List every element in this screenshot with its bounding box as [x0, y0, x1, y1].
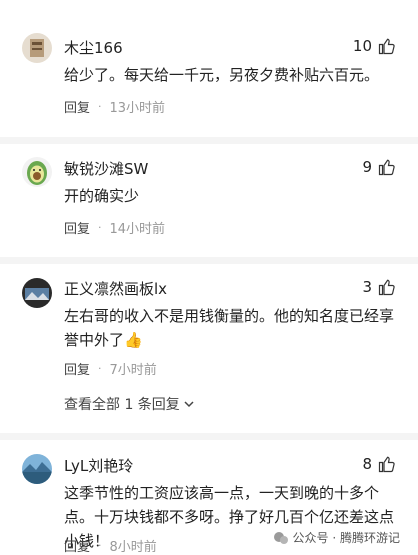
avatar[interactable]: [22, 157, 52, 187]
like-count: 8: [362, 455, 372, 473]
separator-dot: ·: [98, 362, 102, 375]
wechat-icon: [273, 531, 288, 544]
chevron-down-icon: [184, 401, 194, 408]
divider: [0, 433, 418, 440]
username[interactable]: 正义凛然画板lx: [64, 278, 167, 299]
avatar[interactable]: [22, 454, 52, 484]
watermark: 公众号 · 腾腾环游记: [268, 527, 404, 548]
comment-text: 给少了。每天给一千元，另夜夕费补贴六百元。: [64, 66, 380, 84]
avatar[interactable]: [22, 33, 52, 63]
landscape-icon: [22, 278, 52, 308]
reply-button[interactable]: 回复: [64, 97, 90, 116]
divider: [0, 137, 418, 144]
comment-meta: 回复 · 8小时前: [64, 536, 157, 555]
reply-button[interactable]: 回复: [64, 359, 90, 378]
timestamp: 13小时前: [109, 101, 166, 116]
comment-meta: 回复 · 13小时前: [64, 97, 165, 116]
like-count: 3: [362, 278, 372, 296]
watermark-text: 公众号 · 腾腾环游记: [292, 531, 400, 545]
thumbs-up-icon: [378, 38, 395, 55]
like-button[interactable]: 10: [353, 37, 396, 55]
divider: [0, 257, 418, 264]
reply-button[interactable]: 回复: [64, 218, 90, 237]
like-count: 10: [352, 37, 372, 55]
lake-icon: [22, 454, 52, 484]
comment-meta: 回复 · 14小时前: [64, 218, 165, 237]
timestamp: 7小时前: [109, 363, 157, 378]
thumbs-up-icon: [378, 279, 395, 296]
comment-meta: 回复 · 7小时前: [64, 359, 157, 378]
username[interactable]: 木尘166: [64, 37, 123, 58]
separator-dot: ·: [98, 539, 102, 552]
thumbs-up-icon: [378, 159, 395, 176]
view-all-replies-label: 查看全部 1 条回复: [64, 397, 180, 413]
like-button[interactable]: 9: [362, 158, 396, 176]
timestamp: 14小时前: [109, 222, 166, 237]
separator-dot: ·: [98, 100, 102, 113]
timestamp: 8小时前: [109, 540, 157, 555]
avatar[interactable]: [22, 278, 52, 308]
avocado-icon: [22, 157, 52, 187]
like-count: 9: [362, 158, 372, 176]
like-button[interactable]: 3: [362, 278, 396, 296]
view-all-replies-link[interactable]: 查看全部 1 条回复: [64, 394, 194, 414]
like-button[interactable]: 8: [362, 455, 396, 473]
book-icon: [22, 33, 52, 63]
thumbs-up-icon: [378, 456, 395, 473]
comment-text: 开的确实少: [64, 187, 140, 205]
reply-button[interactable]: 回复: [64, 536, 90, 555]
comment-text: 左右哥的收入不是用钱衡量的。他的知名度已经享誉中外了👍: [64, 307, 395, 349]
separator-dot: ·: [98, 221, 102, 234]
username[interactable]: LyL刘艳玲: [64, 455, 133, 476]
username[interactable]: 敏锐沙滩SW: [64, 158, 148, 179]
